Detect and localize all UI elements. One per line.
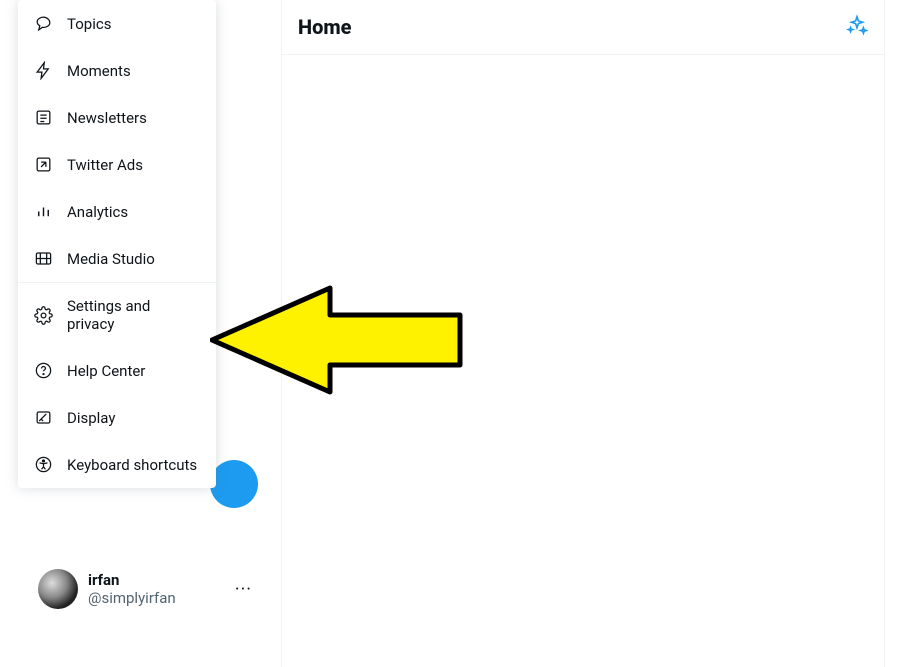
menu-label: Topics: [67, 15, 111, 33]
profile-name: irfan: [88, 571, 176, 589]
help-icon: [34, 361, 53, 380]
menu-label: Display: [67, 409, 115, 427]
ads-icon: [34, 155, 53, 174]
menu-label: Media Studio: [67, 250, 155, 268]
menu-item-moments[interactable]: Moments: [18, 47, 216, 94]
ellipsis-icon: ···: [235, 579, 252, 600]
newsletters-icon: [34, 108, 53, 127]
moments-icon: [34, 61, 53, 80]
menu-item-help-center[interactable]: Help Center: [18, 347, 216, 394]
menu-label: Keyboard shortcuts: [67, 456, 197, 474]
menu-item-media-studio[interactable]: Media Studio: [18, 235, 216, 282]
profile-text: irfan @simplyirfan: [88, 571, 176, 607]
menu-item-settings-privacy[interactable]: Settings and privacy: [18, 283, 216, 347]
menu-label: Settings and privacy: [67, 297, 200, 333]
menu-item-analytics[interactable]: Analytics: [18, 188, 216, 235]
menu-item-keyboard-shortcuts[interactable]: Keyboard shortcuts: [18, 441, 216, 488]
menu-item-topics[interactable]: Topics: [18, 0, 216, 47]
page-title: Home: [298, 15, 352, 39]
gear-icon: [34, 306, 53, 325]
accessibility-icon: [34, 455, 53, 474]
menu-label: Help Center: [67, 362, 145, 380]
avatar: [38, 569, 78, 609]
tweet-button[interactable]: [210, 460, 258, 508]
account-switcher[interactable]: irfan @simplyirfan ···: [30, 561, 260, 617]
menu-item-newsletters[interactable]: Newsletters: [18, 94, 216, 141]
menu-label: Newsletters: [67, 109, 147, 127]
topics-icon: [34, 14, 53, 33]
analytics-icon: [34, 202, 53, 221]
menu-label: Moments: [67, 62, 131, 80]
menu-item-twitter-ads[interactable]: Twitter Ads: [18, 141, 216, 188]
menu-label: Twitter Ads: [67, 156, 143, 174]
home-header: Home: [282, 0, 884, 55]
main-column: Home: [281, 0, 885, 667]
menu-item-display[interactable]: Display: [18, 394, 216, 441]
profile-handle: @simplyirfan: [88, 589, 176, 607]
menu-label: Analytics: [67, 203, 128, 221]
media-studio-icon: [34, 249, 53, 268]
sparkle-icon[interactable]: [846, 14, 868, 40]
display-icon: [34, 408, 53, 427]
more-menu-popup: Topics Moments Newsletters Twitter Ads A…: [18, 0, 216, 488]
